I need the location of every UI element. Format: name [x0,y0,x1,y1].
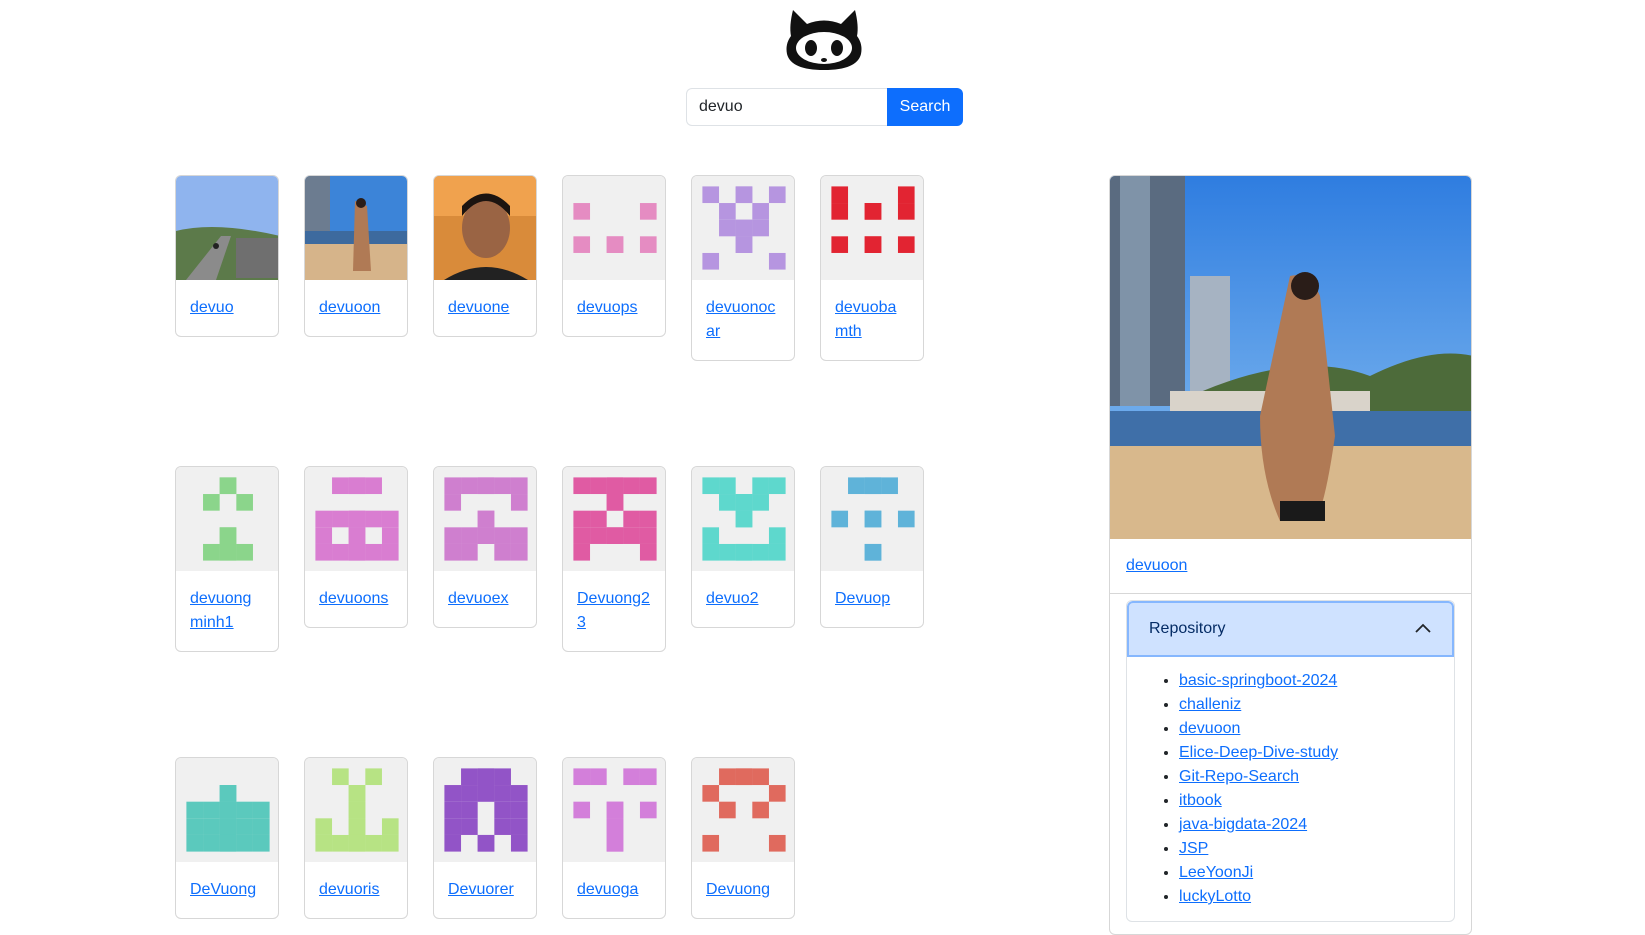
user-avatar[interactable] [176,467,279,571]
user-card-body: devuo [176,280,278,336]
user-card: devuo2 [691,466,795,628]
chevron-up-icon [1415,623,1431,633]
repository-item: Git-Repo-Search [1179,765,1434,789]
user-avatar[interactable] [692,176,795,280]
user-card: Devuorer [433,757,537,919]
user-avatar[interactable] [176,758,279,862]
user-card-body: devuoga [563,862,665,918]
user-login-link[interactable]: DeVuong [190,881,256,898]
repository-link[interactable]: LeeYoonJi [1179,864,1253,881]
repository-link[interactable]: Git-Repo-Search [1179,768,1299,785]
user-login-link[interactable]: devuobamth [835,299,896,340]
repository-link[interactable]: JSP [1179,840,1208,857]
user-avatar[interactable] [434,176,537,280]
user-card: DeVuong [175,757,279,919]
user-card: devuongminh1 [175,466,279,652]
repository-link[interactable]: devuoon [1179,720,1240,737]
repository-link[interactable]: basic-springboot-2024 [1179,672,1337,689]
user-card: devuoris [304,757,408,919]
user-card: devuoex [433,466,537,628]
user-avatar[interactable] [434,758,537,862]
user-login-link[interactable]: devuoons [319,590,388,607]
user-login-link[interactable]: devuoris [319,881,379,898]
user-login-link[interactable]: Devuop [835,590,890,607]
repository-item: LeeYoonJi [1179,861,1434,885]
user-card: devuobamth [820,175,924,361]
user-avatar[interactable] [821,176,924,280]
user-card: devuoon [304,175,408,337]
repository-accordion-body: basic-springboot-2024 challeniz devuoon Eli… [1127,657,1454,921]
user-card: Devuong23 [562,466,666,652]
user-login-link[interactable]: devuone [448,299,509,316]
user-avatar[interactable] [692,758,795,862]
user-card-body: devuongminh1 [176,571,278,651]
user-card-body: devuoon [305,280,407,336]
user-login-link[interactable]: devuonocar [706,299,775,340]
selected-user-name-row: devuoon [1110,539,1471,594]
user-card: devuone [433,175,537,337]
repository-item: basic-springboot-2024 [1179,669,1434,693]
user-avatar[interactable] [563,176,666,280]
user-card: devuoga [562,757,666,919]
user-card-body: devuone [434,280,536,336]
user-card-body: Devuop [821,571,923,627]
repository-item: luckyLotto [1179,885,1434,909]
user-avatar[interactable] [305,758,408,862]
user-card: devuops [562,175,666,337]
user-login-link[interactable]: devuo2 [706,590,759,607]
user-avatar-photo [1110,176,1471,539]
user-card: devuo [175,175,279,337]
repository-list: basic-springboot-2024 challeniz devuoon Eli… [1147,669,1434,909]
user-card: Devuong [691,757,795,919]
user-login-link[interactable]: devuo [190,299,234,316]
repository-item: java-bigdata-2024 [1179,813,1434,837]
user-card-body: devuoons [305,571,407,627]
user-card-body: devuoex [434,571,536,627]
user-login-link[interactable]: Devuorer [448,881,514,898]
user-avatar[interactable] [692,467,795,571]
user-avatar[interactable] [305,176,408,280]
user-card-body: DeVuong [176,862,278,918]
repository-link[interactable]: Elice-Deep-Dive-study [1179,744,1338,761]
user-avatar[interactable] [434,467,537,571]
repository-item: devuoon [1179,717,1434,741]
selected-user-link[interactable]: devuoon [1126,557,1187,574]
user-avatar[interactable] [176,176,279,280]
repository-link[interactable]: itbook [1179,792,1222,809]
repository-item: Elice-Deep-Dive-study [1179,741,1434,765]
user-login-link[interactable]: devuoon [319,299,380,316]
repository-item: JSP [1179,837,1434,861]
user-card-body: Devuorer [434,862,536,918]
user-login-link[interactable]: devuoga [577,881,638,898]
user-login-link[interactable]: Devuong23 [577,590,650,631]
user-detail-panel: devuoon Repository basic-springboot-2024… [1109,175,1472,935]
user-card-body: devuoris [305,862,407,918]
user-card: Devuop [820,466,924,628]
repository-item: challeniz [1179,693,1434,717]
user-card-body: devuobamth [821,280,923,360]
user-card: devuoons [304,466,408,628]
repository-accordion-title: Repository [1149,620,1226,637]
user-login-link[interactable]: devuoex [448,590,509,607]
user-avatar[interactable] [563,758,666,862]
user-login-link[interactable]: devuops [577,299,638,316]
user-avatar[interactable] [821,467,924,571]
user-card-body: Devuong23 [563,571,665,651]
repository-item: itbook [1179,789,1434,813]
user-card: devuonocar [691,175,795,361]
user-card-body: Devuong [692,862,794,918]
user-login-link[interactable]: devuongminh1 [190,590,251,631]
user-results-grid: devuo devuoon devuone devuops devuonocar devu… [0,0,1000,919]
user-card-body: devuo2 [692,571,794,627]
repository-link[interactable]: luckyLotto [1179,888,1251,905]
repository-link[interactable]: challeniz [1179,696,1241,713]
user-card-body: devuops [563,280,665,336]
repository-accordion-header[interactable]: Repository [1127,601,1454,657]
user-login-link[interactable]: Devuong [706,881,770,898]
user-avatar[interactable] [305,467,408,571]
user-card-body: devuonocar [692,280,794,360]
user-avatar[interactable] [563,467,666,571]
repository-link[interactable]: java-bigdata-2024 [1179,816,1307,833]
repository-accordion: Repository basic-springboot-2024 challeni… [1126,600,1455,922]
